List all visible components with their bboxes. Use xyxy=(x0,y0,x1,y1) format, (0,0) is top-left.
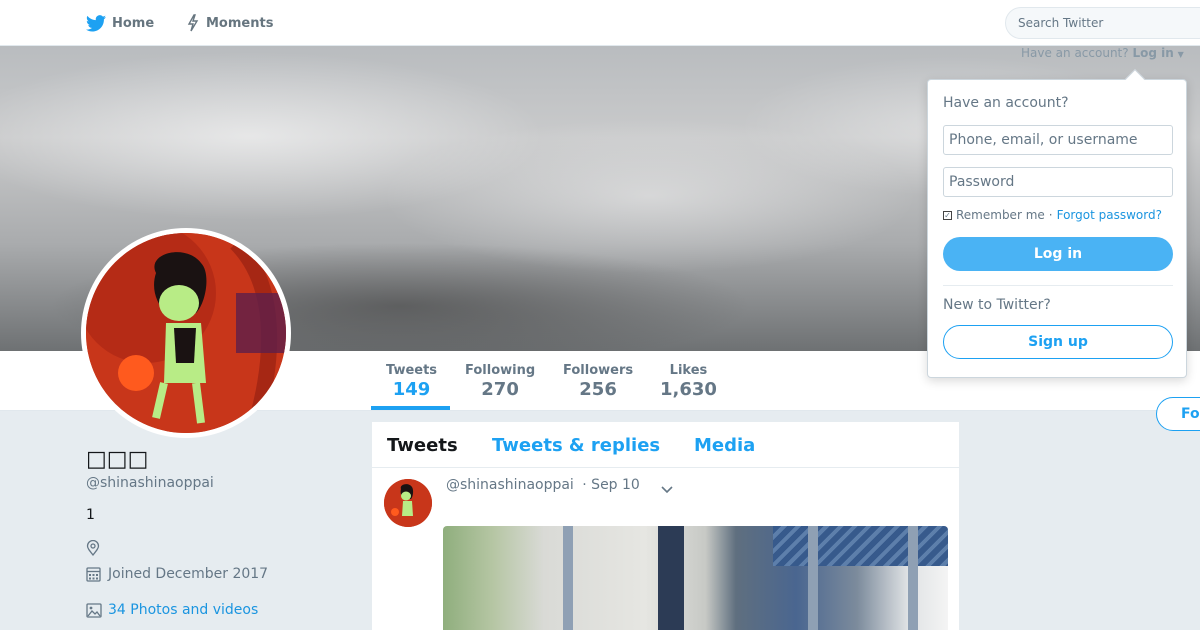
stat-label: Following xyxy=(465,363,536,378)
nav-moments-label: Moments xyxy=(206,15,274,31)
remember-row: ✓ Remember me · Forgot password? xyxy=(943,208,1162,222)
stat-likes[interactable]: Likes 1,630 xyxy=(660,363,717,400)
username-field[interactable]: Phone, email, or username xyxy=(943,125,1173,155)
location-pin-icon xyxy=(86,540,104,556)
tweet-date[interactable]: · Sep 10 xyxy=(582,477,640,493)
follow-button[interactable]: Fo xyxy=(1156,397,1200,431)
password-placeholder: Password xyxy=(949,174,1015,190)
media-detail xyxy=(808,526,818,630)
separator: · xyxy=(1048,208,1053,222)
active-stat-indicator xyxy=(371,406,450,410)
stat-following[interactable]: Following 270 xyxy=(465,363,535,400)
stat-tweets[interactable]: Tweets 149 xyxy=(386,363,437,400)
profile-name[interactable]: □□□ xyxy=(86,447,148,472)
profile-joined: Joined December 2017 xyxy=(86,566,268,582)
remember-label[interactable]: Remember me xyxy=(956,208,1045,222)
stat-label: Likes xyxy=(669,363,708,378)
lightning-icon xyxy=(186,14,200,32)
password-field[interactable]: Password xyxy=(943,167,1173,197)
signup-button[interactable]: Sign up xyxy=(943,325,1173,359)
tab-tweets[interactable]: Tweets xyxy=(387,435,458,456)
image-icon xyxy=(86,602,104,618)
joined-text: Joined December 2017 xyxy=(108,566,269,582)
tweet-media-image[interactable] xyxy=(443,526,948,630)
caret-down-icon[interactable]: ▼ xyxy=(1178,50,1184,59)
profile-location xyxy=(86,540,108,556)
timeline: Tweets Tweets & replies Media @shinashin… xyxy=(372,422,959,630)
nav-moments[interactable]: Moments xyxy=(186,0,273,46)
tab-media[interactable]: Media xyxy=(694,435,755,456)
divider xyxy=(943,285,1173,286)
search-placeholder: Search Twitter xyxy=(1018,16,1104,30)
profile-avatar[interactable] xyxy=(81,228,291,438)
timeline-tabs: Tweets Tweets & replies Media xyxy=(372,422,959,468)
media-detail xyxy=(908,526,918,630)
profile-photos-link[interactable]: 34 Photos and videos xyxy=(86,602,258,618)
tweet-header: @shinashinaoppai · Sep 10 xyxy=(446,477,640,493)
top-navigation: Home Moments Search Twitter xyxy=(0,0,1200,46)
new-to-twitter-text: New to Twitter? xyxy=(943,297,1051,313)
tab-tweets-replies[interactable]: Tweets & replies xyxy=(492,435,660,456)
profile-handle[interactable]: @shinashinaoppai xyxy=(86,475,214,491)
nav-home[interactable]: Home xyxy=(86,0,154,46)
twitter-bird-icon xyxy=(86,14,106,32)
nav-home-label: Home xyxy=(112,15,155,31)
stat-label: Followers xyxy=(563,363,634,378)
account-prompt: Have an account? Log in ▼ xyxy=(1021,46,1184,60)
dropdown-title: Have an account? xyxy=(943,95,1069,111)
tweet-handle[interactable]: @shinashinaoppai xyxy=(446,477,574,493)
remember-checkbox[interactable]: ✓ xyxy=(943,210,952,220)
profile-bio: 1 xyxy=(86,507,95,523)
account-prompt-text: Have an account? xyxy=(1021,46,1129,60)
forgot-password-link[interactable]: Forgot password? xyxy=(1057,208,1162,222)
tweet-avatar[interactable] xyxy=(384,479,432,527)
stat-value: 149 xyxy=(392,379,431,400)
chevron-down-icon[interactable] xyxy=(660,480,674,499)
stat-value: 270 xyxy=(481,379,519,400)
media-detail xyxy=(563,526,573,630)
calendar-icon xyxy=(86,566,104,582)
login-toggle[interactable]: Log in xyxy=(1132,46,1173,60)
stat-followers[interactable]: Followers 256 xyxy=(563,363,633,400)
stat-value: 1,630 xyxy=(660,379,717,400)
login-dropdown: Have an account? Phone, email, or userna… xyxy=(927,69,1187,378)
login-button[interactable]: Log in xyxy=(943,237,1173,271)
stat-value: 256 xyxy=(579,379,617,400)
photos-link-text[interactable]: 34 Photos and videos xyxy=(108,602,258,618)
media-detail xyxy=(658,526,684,630)
username-placeholder: Phone, email, or username xyxy=(949,132,1138,148)
stat-label: Tweets xyxy=(386,363,438,378)
media-detail xyxy=(773,526,948,566)
search-input[interactable]: Search Twitter xyxy=(1005,7,1200,39)
